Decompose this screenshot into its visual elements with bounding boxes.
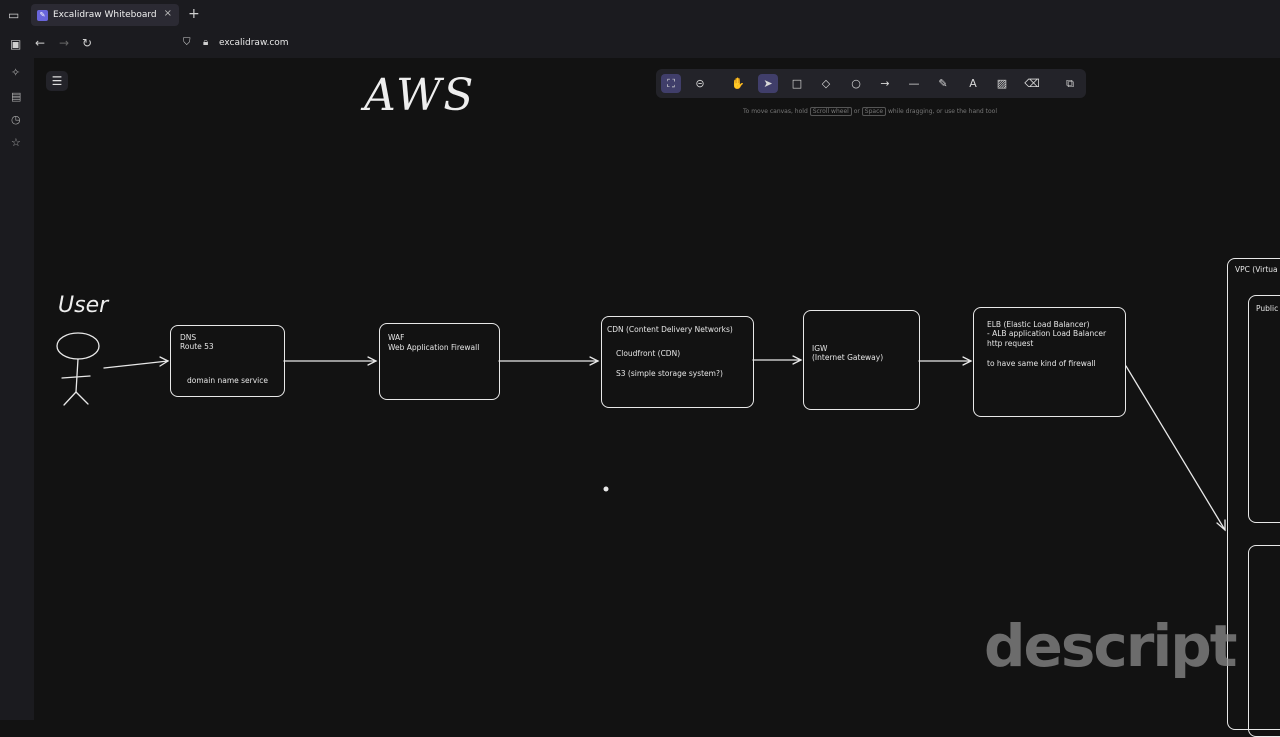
stick-figure-leg-left (63, 391, 77, 406)
public-subnet-box[interactable]: Public (1248, 295, 1280, 523)
private-subnet-box[interactable] (1248, 545, 1280, 737)
stick-figure-head (56, 332, 100, 360)
stick-figure-body (75, 358, 79, 393)
cdn-box[interactable]: CDN (Content Delivery Networks) Cloudfro… (601, 316, 754, 408)
arrow-elb-vpc (1125, 365, 1226, 531)
waf-box[interactable]: WAF Web Application Firewall (379, 323, 500, 400)
stick-figure-arms (61, 375, 91, 379)
descript-watermark: descript (984, 612, 1237, 680)
stick-figure-leg-right (75, 391, 89, 405)
dns-box[interactable]: DNS Route 53 domain name service (170, 325, 285, 397)
cursor-dot (603, 486, 609, 492)
arrow-user-dns (103, 360, 169, 369)
igw-box[interactable]: IGW (Internet Gateway) (803, 310, 920, 410)
elb-box[interactable]: ELB (Elastic Load Balancer) - ALB applic… (973, 307, 1126, 417)
